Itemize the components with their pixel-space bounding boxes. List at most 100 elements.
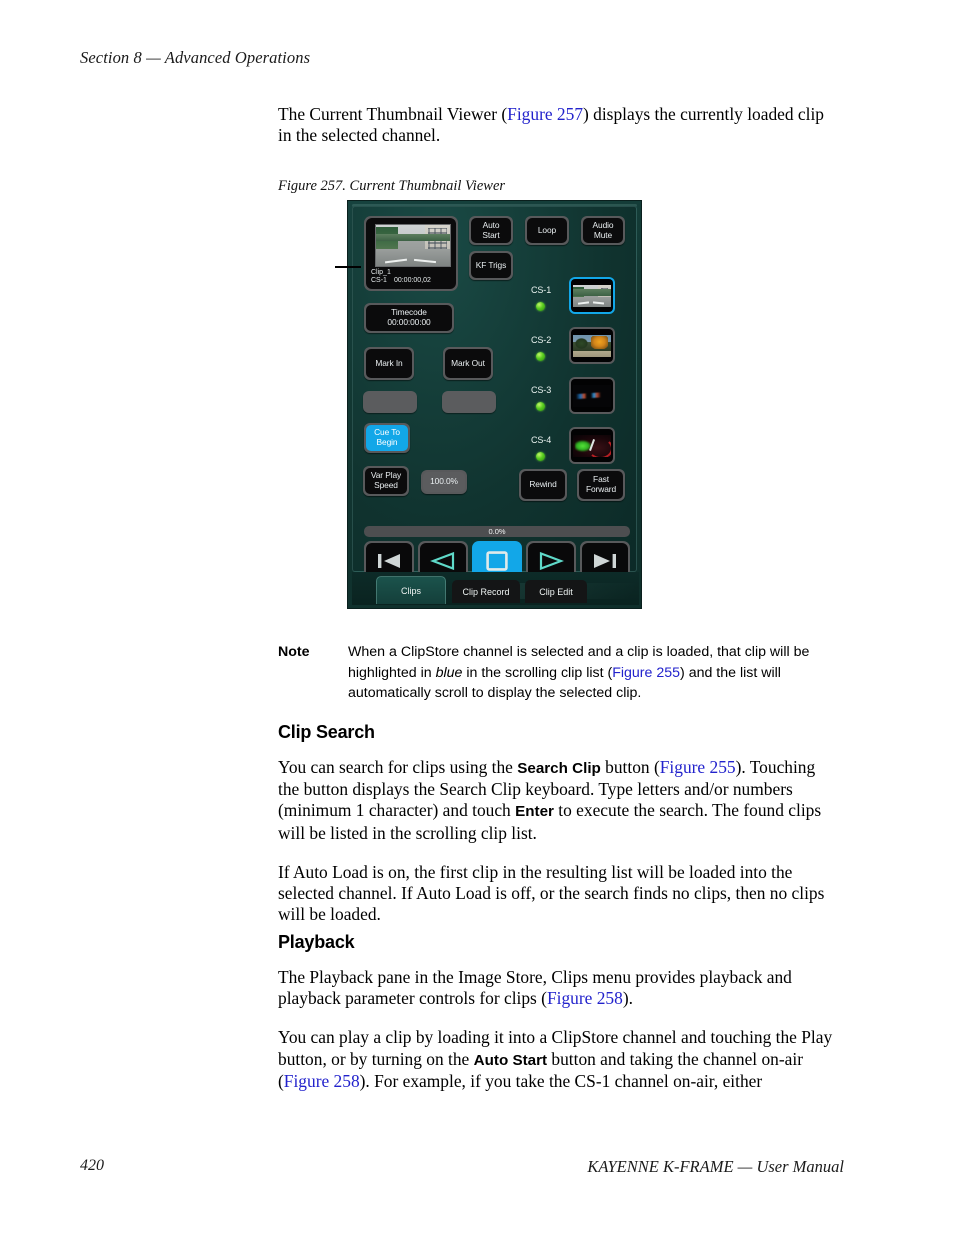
tab-clip-edit-label: Clip Edit xyxy=(539,586,573,597)
channel-thumbnail-cs1[interactable] xyxy=(569,277,615,314)
channel-led-cs3 xyxy=(536,402,545,411)
pb-p2-c: ). For example, if you take the CS-1 cha… xyxy=(359,1070,763,1091)
fast-forward-label-line2: Forward xyxy=(585,484,616,494)
figure-258-link-2[interactable]: Figure 258 xyxy=(284,1071,360,1091)
rewind-button[interactable]: Rewind xyxy=(519,469,567,501)
intro-paragraph: The Current Thumbnail Viewer (Figure 257… xyxy=(278,104,840,146)
cs3-thumbnail-art xyxy=(573,384,611,407)
figure-255-link-note[interactable]: Figure 255 xyxy=(612,665,680,681)
street-scene-thumbnail-art xyxy=(376,225,450,266)
mark-out-label: Mark Out xyxy=(451,357,485,368)
channel-thumbnail-cs3[interactable] xyxy=(569,377,615,414)
jump-to-start-icon xyxy=(378,553,400,568)
channel-led-cs4 xyxy=(536,452,545,461)
tab-clip-edit[interactable]: Clip Edit xyxy=(525,580,587,603)
timecode-value: 00:00:00:00 xyxy=(387,317,431,327)
stop-icon xyxy=(486,550,508,571)
playback-progress-value: 0.0% xyxy=(488,527,506,536)
tab-clips-label: Clips xyxy=(400,585,421,596)
menu-tab-bar: Clips Clip Record Clip Edit xyxy=(352,572,639,605)
playback-section: Playback The Playback pane in the Image … xyxy=(278,932,840,1110)
channel-thumbnail-cs2[interactable] xyxy=(569,327,615,364)
current-clip-timecode: 00:00:00,02 xyxy=(393,276,431,284)
var-play-speed-label-line1: Var Play xyxy=(370,470,402,481)
var-play-speed-value: 100.0% xyxy=(430,476,458,487)
playback-paragraph-2: You can play a clip by loading it into a… xyxy=(278,1027,840,1092)
play-reverse-icon xyxy=(430,551,455,570)
playback-progress-bar[interactable]: 0.0% xyxy=(364,526,630,537)
channel-led-cs2 xyxy=(536,352,545,361)
cue-to-begin-button[interactable]: Cue To Begin xyxy=(364,423,410,453)
cs1-thumbnail-art xyxy=(573,284,611,307)
figure-257-link-inline[interactable]: Figure 257 xyxy=(507,104,583,124)
timecode-display[interactable]: Timecode 00:00:00:00 xyxy=(364,303,454,333)
figure-257-image: Clip_1 CS-1 00:00:00,02 Auto Start Loop xyxy=(335,200,642,609)
intro-block: The Current Thumbnail Viewer (Figure 257… xyxy=(278,104,840,164)
current-clip-channel: CS-1 xyxy=(371,276,387,284)
current-thumbnail-image xyxy=(375,224,451,267)
note-block: Note When a ClipStore channel is selecte… xyxy=(278,642,840,704)
pb-p1-a: The Playback pane in the Image Store, Cl… xyxy=(278,967,792,1009)
enter-button-term: Enter xyxy=(515,803,554,821)
note-emphasis: blue xyxy=(435,664,463,681)
jump-to-end-icon xyxy=(594,553,616,568)
timecode-label: Timecode xyxy=(391,307,427,318)
current-thumbnail-viewer[interactable]: Clip_1 CS-1 00:00:00,02 xyxy=(364,216,458,291)
cue-to-begin-label-line2: Begin xyxy=(376,437,398,447)
fast-forward-button[interactable]: Fast Forward xyxy=(577,469,625,501)
pb-p1-b: ). xyxy=(622,988,633,1009)
empty-pad-right[interactable] xyxy=(442,391,496,413)
var-play-speed-value-field[interactable]: 100.0% xyxy=(421,470,467,494)
tab-clip-record[interactable]: Clip Record xyxy=(452,580,520,603)
cs-p1-a: You can search for clips using the xyxy=(278,757,518,777)
current-clip-name: Clip_1 xyxy=(371,268,391,276)
kf-trigs-label: KF Trigs xyxy=(475,259,507,270)
loop-label: Loop xyxy=(537,224,557,235)
channel-thumbnail-cs4[interactable] xyxy=(569,427,615,464)
playback-paragraph-1: The Playback pane in the Image Store, Cl… xyxy=(278,967,840,1009)
clipstore-menu-panel: Clip_1 CS-1 00:00:00,02 Auto Start Loop xyxy=(347,200,642,609)
running-head: Section 8 — Advanced Operations xyxy=(80,48,311,67)
audio-mute-button[interactable]: Audio Mute xyxy=(581,216,625,245)
tab-clips[interactable]: Clips xyxy=(376,576,446,604)
channel-label-cs3: CS-3 xyxy=(531,385,552,395)
loop-button[interactable]: Loop xyxy=(525,216,569,245)
search-clip-button-term: Search Clip xyxy=(517,760,601,777)
audio-mute-label-line2: Mute xyxy=(593,229,613,240)
auto-start-button[interactable]: Auto Start xyxy=(469,216,513,245)
rewind-label: Rewind xyxy=(529,479,557,490)
fast-forward-label-line1: Fast xyxy=(593,474,609,485)
mark-in-button[interactable]: Mark In xyxy=(364,347,414,380)
auto-start-button-term: Auto Start xyxy=(473,1051,548,1069)
auto-start-label-line2: Start xyxy=(482,229,500,240)
mark-in-label: Mark In xyxy=(375,357,403,368)
empty-pad-left[interactable] xyxy=(363,391,417,413)
channel-label-cs4: CS-4 xyxy=(531,435,552,445)
audio-mute-label-line1: Audio xyxy=(592,219,614,230)
figure-258-link-1[interactable]: Figure 258 xyxy=(547,988,623,1008)
playback-heading: Playback xyxy=(278,932,355,952)
figure-caption-block: Figure 257. Current Thumbnail Viewer xyxy=(278,178,840,195)
footer-manual-title: KAYENNE K-FRAME — User Manual xyxy=(587,1157,844,1176)
kf-trigs-button[interactable]: KF Trigs xyxy=(469,251,513,280)
footer-page-number: 420 xyxy=(80,1157,104,1174)
note-body: When a ClipStore channel is selected and… xyxy=(348,642,840,704)
figure-255-link-clipsearch[interactable]: Figure 255 xyxy=(660,757,736,777)
cs4-thumbnail-art xyxy=(573,434,611,457)
channel-label-cs2: CS-2 xyxy=(531,335,552,345)
play-forward-icon xyxy=(539,551,564,570)
var-play-speed-button[interactable]: Var Play Speed xyxy=(363,466,409,496)
intro-text-a: The Current Thumbnail Viewer ( xyxy=(278,104,508,124)
clipstore-menu-body: Clip_1 CS-1 00:00:00,02 Auto Start Loop xyxy=(352,206,637,580)
var-play-speed-label-line2: Speed xyxy=(374,480,398,490)
cue-to-begin-label-line1: Cue To xyxy=(374,427,400,438)
channel-led-cs1 xyxy=(536,302,545,311)
clip-search-paragraph-1: You can search for clips using the Searc… xyxy=(278,757,840,844)
clip-search-heading: Clip Search xyxy=(278,722,375,742)
clip-search-section: Clip Search You can search for clips usi… xyxy=(278,722,840,943)
auto-start-label-line1: Auto xyxy=(482,219,500,230)
callout-leader-line xyxy=(335,266,361,268)
figure-caption: Figure 257. Current Thumbnail Viewer xyxy=(278,178,506,194)
mark-out-button[interactable]: Mark Out xyxy=(443,347,493,380)
cs-p1-c: button ( xyxy=(600,757,660,777)
